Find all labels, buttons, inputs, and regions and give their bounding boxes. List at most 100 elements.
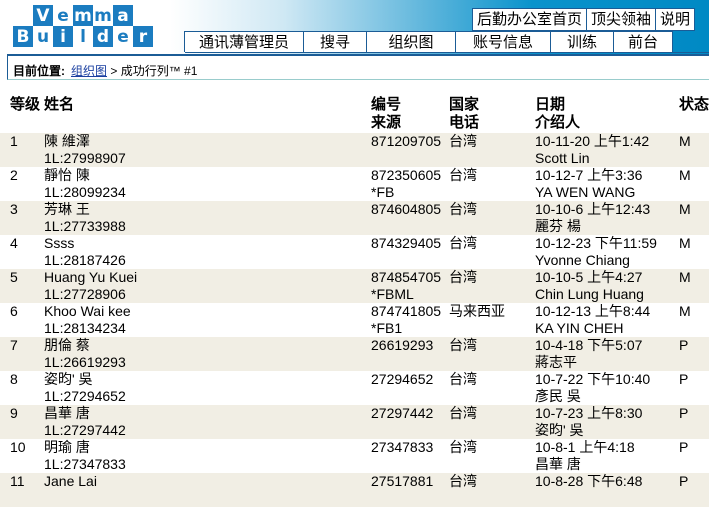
member-id: 872350605 *FB <box>371 167 442 200</box>
nav-tab[interactable]: 账号信息 <box>455 31 551 52</box>
top-link[interactable]: 后勤办公室首页 <box>472 8 588 31</box>
logo-letter: l <box>73 26 93 47</box>
vemma-builder-logo[interactable]: VemmaBuilder <box>13 5 153 47</box>
status: M <box>679 235 691 251</box>
table-row[interactable]: 4 Ssss 1L:28187426 874329405 台湾 10-12-23 … <box>0 235 709 269</box>
status: P <box>679 473 689 489</box>
rank: 4 <box>10 235 18 251</box>
member-id: 874854705 *FBML <box>371 269 442 302</box>
nav-tab[interactable]: 搜寻 <box>303 31 367 52</box>
table-row[interactable]: 9 昌華 唐 1L:27297442 27297442 台湾 10-7-23 上午… <box>0 405 709 439</box>
status: P <box>679 337 689 353</box>
member-id: 27517881 <box>371 473 434 489</box>
rank: 6 <box>10 303 18 319</box>
member-id: 874604805 <box>371 201 442 217</box>
date-referrer: 10-7-22 下午10:40 彥民 吳 <box>535 371 651 404</box>
status: M <box>679 303 691 319</box>
table-header: 等级 姓名 编号 来源 国家 电话 日期 介绍人 状态 <box>0 96 709 133</box>
breadcrumb-link-org-chart[interactable]: 组织图 <box>71 64 107 78</box>
logo-letter: e <box>113 26 133 47</box>
date-referrer: 10-11-20 上午1:42 Scott Lin <box>535 133 650 166</box>
col-rank: 等级 <box>10 96 41 113</box>
date-referrer: 10-10-5 上午4:27 Chin Lung Huang <box>535 269 644 302</box>
table-row[interactable]: 5 Huang Yu Kuei 1L:27728906 874854705 *FBM… <box>0 269 709 303</box>
logo-letter: u <box>33 26 53 47</box>
member-name: 明瑜 唐 1L:27347833 <box>44 439 126 472</box>
rank: 8 <box>10 371 18 387</box>
top-link[interactable]: 顶尖领袖 <box>586 8 657 31</box>
member-name: 昌華 唐 1L:27297442 <box>44 405 126 438</box>
country: 台湾 <box>449 337 477 353</box>
logo-letter: e <box>53 5 73 26</box>
nav-tab[interactable]: 通讯薄管理员 <box>184 31 304 52</box>
member-name: Ssss 1L:28187426 <box>44 235 126 268</box>
country: 台湾 <box>449 269 477 285</box>
rank: 3 <box>10 201 18 217</box>
logo-letter: a <box>113 5 133 26</box>
table-row[interactable]: 2 靜怡 陳 1L:28099234 872350605 *FB 台湾 10-12-… <box>0 167 709 201</box>
status: M <box>679 201 691 217</box>
col-status: 状态 <box>679 96 709 113</box>
header: VemmaBuilder 后勤办公室首页 顶尖领袖 说明 通讯薄管理员 搜寻 组织图 账号… <box>0 0 709 54</box>
nav-tab[interactable]: 组织图 <box>366 31 456 52</box>
logo-letter: m <box>93 5 113 26</box>
nav-tab[interactable]: 训练 <box>550 31 614 52</box>
logo-letter: i <box>53 26 73 47</box>
date-referrer: 10-12-23 下午11:59 Yvonne Chiang <box>535 235 657 268</box>
table-row[interactable]: 10 明瑜 唐 1L:27347833 27347833 台湾 10-8-1 上午… <box>0 439 709 473</box>
col-name: 姓名 <box>44 96 75 113</box>
breadcrumb-label: 目前位置: <box>13 64 65 78</box>
member-name: 靜怡 陳 1L:28099234 <box>44 167 126 200</box>
member-name: Jane Lai <box>44 473 97 489</box>
breadcrumb-current: > 成功行列™ #1 <box>107 64 198 78</box>
breadcrumb: 目前位置: 组织图 > 成功行列™ #1 <box>7 54 709 80</box>
member-id: 26619293 <box>371 337 434 353</box>
date-referrer: 10-12-7 上午3:36 YA WEN WANG <box>535 167 643 200</box>
rank: 1 <box>10 133 18 149</box>
rank: 9 <box>10 405 18 421</box>
country: 台湾 <box>449 235 477 251</box>
col-country-phone: 国家 电话 <box>449 96 480 131</box>
member-name: 芳琳 王 1L:27733988 <box>44 201 126 234</box>
table-row[interactable]: 3 芳琳 王 1L:27733988 874604805 台湾 10-10-6 上… <box>0 201 709 235</box>
status: M <box>679 269 691 285</box>
member-name: 朋倫 蔡 1L:26619293 <box>44 337 126 370</box>
member-name: 姿昀' 吳 1L:27294652 <box>44 371 126 404</box>
col-date-referrer: 日期 介绍人 <box>535 96 581 131</box>
member-id: 27294652 <box>371 371 434 387</box>
table-row[interactable]: 11 Jane Lai 27517881 台湾 10-8-28 下午6:48 P <box>0 473 709 507</box>
table-row[interactable]: 8 姿昀' 吳 1L:27294652 27294652 台湾 10-7-22 下… <box>0 371 709 405</box>
date-referrer: 10-12-13 上午8:44 KA YIN CHEH <box>535 303 651 336</box>
top-links: 后勤办公室首页 顶尖领袖 说明 <box>472 8 696 31</box>
date-referrer: 10-8-28 下午6:48 <box>535 473 643 489</box>
member-name: Huang Yu Kuei 1L:27728906 <box>44 269 138 302</box>
col-id-source: 编号 来源 <box>371 96 402 131</box>
date-referrer: 10-4-18 下午5:07 蔣志平 <box>535 337 643 370</box>
table-row[interactable]: 1 陳 維澤 1L:27998907 871209705 台湾 10-11-20 … <box>0 133 709 167</box>
rank: 11 <box>10 473 25 489</box>
country: 台湾 <box>449 201 477 217</box>
date-referrer: 10-7-23 上午8:30 姿昀' 吳 <box>535 405 643 438</box>
country: 台湾 <box>449 473 477 489</box>
status: P <box>679 405 689 421</box>
top-link[interactable]: 说明 <box>655 8 696 31</box>
date-referrer: 10-10-6 上午12:43 麗芬 楊 <box>535 201 651 234</box>
country: 台湾 <box>449 439 477 455</box>
rank: 2 <box>10 167 18 183</box>
member-name: Khoo Wai kee 1L:28134234 <box>44 303 131 336</box>
table-row[interactable]: 6 Khoo Wai kee 1L:28134234 874741805 *FB1 … <box>0 303 709 337</box>
member-id: 871209705 <box>371 133 442 149</box>
country: 台湾 <box>449 167 477 183</box>
member-id: 874329405 <box>371 235 442 251</box>
member-table: 等级 姓名 编号 来源 国家 电话 日期 介绍人 状态 1 陳 維澤 1L:279989… <box>0 96 709 507</box>
logo-letter: B <box>13 26 33 47</box>
main-nav: 通讯薄管理员 搜寻 组织图 账号信息 训练 前台 <box>184 31 709 53</box>
nav-tab[interactable]: 前台 <box>613 31 673 52</box>
rank: 7 <box>10 337 18 353</box>
logo-letter: m <box>73 5 93 26</box>
member-name: 陳 維澤 1L:27998907 <box>44 133 126 166</box>
status: M <box>679 133 691 149</box>
table-row[interactable]: 7 朋倫 蔡 1L:26619293 26619293 台湾 10-4-18 下午… <box>0 337 709 371</box>
member-id: 27347833 <box>371 439 434 455</box>
logo-letter: d <box>93 26 113 47</box>
